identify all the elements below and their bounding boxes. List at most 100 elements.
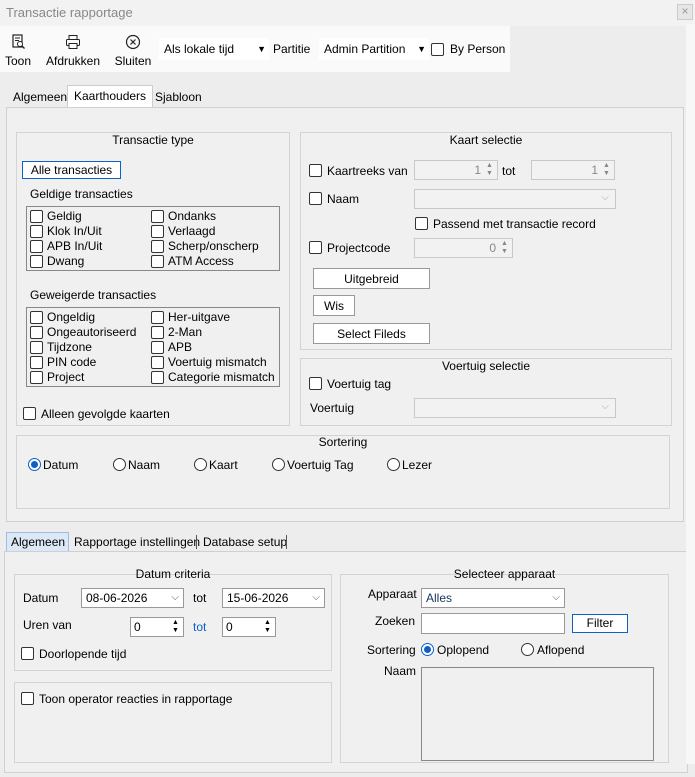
time-mode-value: Als lokale tijd	[164, 42, 235, 56]
toon-label: Toon	[4, 54, 32, 68]
window-title: Transactie rapportage	[6, 5, 133, 20]
tab-rapportage-instellingen[interactable]: Rapportage instellingen	[74, 535, 200, 549]
geldig-right-3-checkbox[interactable]	[151, 255, 164, 268]
sortering-label-0: Datum	[43, 458, 79, 472]
tab-divider	[196, 535, 197, 549]
uitgebreid-button[interactable]: Uitgebreid	[313, 268, 430, 289]
geweigerd-left-2-checkbox[interactable]	[30, 341, 43, 354]
geweigerd-right-2-checkbox[interactable]	[151, 341, 164, 354]
toon-operator-checkbox[interactable]	[21, 692, 34, 705]
projectcode-spinner[interactable]: 0 ▲ ▼	[414, 238, 513, 258]
voertuig-tag-label: Voertuig tag	[327, 377, 392, 391]
uren-from-value: 0	[134, 620, 141, 634]
geldig-right-2-checkbox[interactable]	[151, 240, 164, 253]
geweigerd-left-4-checkbox[interactable]	[30, 371, 43, 384]
tab-sjabloon[interactable]: Sjabloon	[148, 86, 209, 108]
kaartreeks-checkbox[interactable]	[309, 164, 322, 177]
geweigerd-right-0-label: Her-uitgave	[168, 310, 231, 324]
geweigerd-left-3-label: PIN code	[47, 355, 97, 369]
geweigerd-title: Geweigerde transacties	[30, 288, 157, 302]
window-scrollbar[interactable]	[686, 24, 695, 764]
geweigerd-left-1-checkbox[interactable]	[30, 326, 43, 339]
tab-algemeen-top[interactable]: Algemeen	[6, 86, 74, 108]
sortering-radio-1[interactable]	[113, 458, 126, 471]
voertuig-tag-checkbox[interactable]	[309, 377, 322, 390]
geweigerd-left-2-label: Tijdzone	[47, 340, 92, 354]
by-person-checkbox[interactable]	[431, 43, 444, 56]
geweigerd-right-3-checkbox[interactable]	[151, 356, 164, 369]
tab-kaarthouders[interactable]: Kaarthouders	[67, 85, 154, 108]
passend-checkbox[interactable]	[415, 217, 428, 230]
filter-button[interactable]: Filter	[572, 614, 628, 633]
datum-label: Datum	[23, 591, 59, 605]
geldig-left-0-label: Geldig	[47, 209, 82, 223]
geldig-left-0-checkbox[interactable]	[30, 210, 43, 223]
sluiten-button[interactable]: Sluiten	[114, 28, 152, 68]
datum-from-picker[interactable]: 08-06-2026 ⌵	[81, 588, 184, 608]
datum-to-picker[interactable]: 15-06-2026 ⌵	[222, 588, 325, 608]
geweigerd-right-4-label: Categorie mismatch	[168, 370, 275, 384]
geweigerd-left-4-label: Project	[47, 370, 85, 384]
geweigerd-left-1-label: Ongeautoriseerd	[47, 325, 137, 339]
printer-icon	[66, 35, 80, 49]
partition-value: Admin Partition	[324, 42, 406, 56]
geldig-right-2-label: Scherp/onscherp	[168, 239, 259, 253]
tab-algemeen-bottom[interactable]: Algemeen	[6, 532, 69, 552]
select-fileds-button[interactable]: Select Fileds	[313, 323, 430, 344]
close-window-button[interactable]: ×	[677, 4, 693, 20]
partition-select[interactable]: Admin Partition ▼	[319, 38, 429, 60]
naam-select[interactable]: ⌵	[414, 189, 616, 209]
oplopend-radio[interactable]	[421, 643, 434, 656]
geldig-title: Geldige transacties	[30, 187, 133, 201]
alleen-gevolgde-checkbox[interactable]	[23, 407, 36, 420]
sortering-radio-3[interactable]	[272, 458, 285, 471]
uren-from-spinner[interactable]: 0 ▲ ▼	[130, 617, 184, 637]
wis-button[interactable]: Wis	[313, 295, 355, 316]
kaartreeks-from-value: 1	[474, 163, 481, 177]
toon-button[interactable]: Toon	[4, 28, 32, 68]
projectcode-checkbox[interactable]	[309, 241, 322, 254]
time-mode-select[interactable]: Als lokale tijd ▼	[159, 38, 269, 60]
datum-tot-label: tot	[193, 591, 207, 605]
apparaat-naam-list[interactable]	[421, 667, 654, 761]
apparaat-select[interactable]: Alles ⌵	[421, 588, 565, 608]
afdrukken-button[interactable]: Afdrukken	[44, 28, 102, 68]
voertuig-label: Voertuig	[310, 401, 355, 415]
datum-from-value: 08-06-2026	[86, 591, 148, 605]
alle-transacties-button[interactable]: Alle transacties	[22, 161, 121, 179]
geweigerd-right-4-checkbox[interactable]	[151, 371, 164, 384]
sortering-radio-4[interactable]	[387, 458, 400, 471]
geldig-left-1-label: Klok In/Uit	[47, 224, 102, 238]
tab-database-setup[interactable]: Database setup	[203, 535, 287, 549]
geldig-left-2-checkbox[interactable]	[30, 240, 43, 253]
chevron-down-icon: ⌵	[552, 592, 560, 603]
uren-to-spinner[interactable]: 0 ▲ ▼	[222, 617, 276, 637]
sortering-radio-0[interactable]	[28, 458, 41, 471]
geldig-left-3-label: Dwang	[47, 254, 85, 268]
naam-label: Naam	[327, 192, 360, 206]
geldig-left-1-checkbox[interactable]	[30, 225, 43, 238]
voertuig-select[interactable]: ⌵	[414, 398, 616, 418]
naam-checkbox[interactable]	[309, 192, 322, 205]
sortering-radio-2[interactable]	[194, 458, 207, 471]
doorlopende-checkbox[interactable]	[21, 647, 34, 660]
spin-arrows-icon: ▲ ▼	[501, 240, 508, 255]
geweigerd-right-0-checkbox[interactable]	[151, 311, 164, 324]
geweigerd-left-0-checkbox[interactable]	[30, 311, 43, 324]
kaartreeks-tot-label: tot	[502, 164, 516, 178]
close-circle-icon	[125, 34, 141, 50]
uren-van-label: Uren van	[23, 618, 72, 632]
chevron-down-icon: ⌵	[601, 192, 609, 203]
geldig-right-1-checkbox[interactable]	[151, 225, 164, 238]
sluiten-label: Sluiten	[114, 54, 152, 68]
kaartreeks-from-spinner[interactable]: 1 ▲ ▼	[414, 160, 498, 180]
geldig-left-3-checkbox[interactable]	[30, 255, 43, 268]
geweigerd-right-1-checkbox[interactable]	[151, 326, 164, 339]
kaartreeks-to-value: 1	[591, 163, 598, 177]
kaartreeks-to-spinner[interactable]: 1 ▲ ▼	[531, 160, 615, 180]
view-report-icon	[12, 34, 25, 49]
zoeken-input[interactable]	[421, 613, 565, 634]
geweigerd-left-3-checkbox[interactable]	[30, 356, 43, 369]
aflopend-radio[interactable]	[521, 643, 534, 656]
geldig-right-0-checkbox[interactable]	[151, 210, 164, 223]
